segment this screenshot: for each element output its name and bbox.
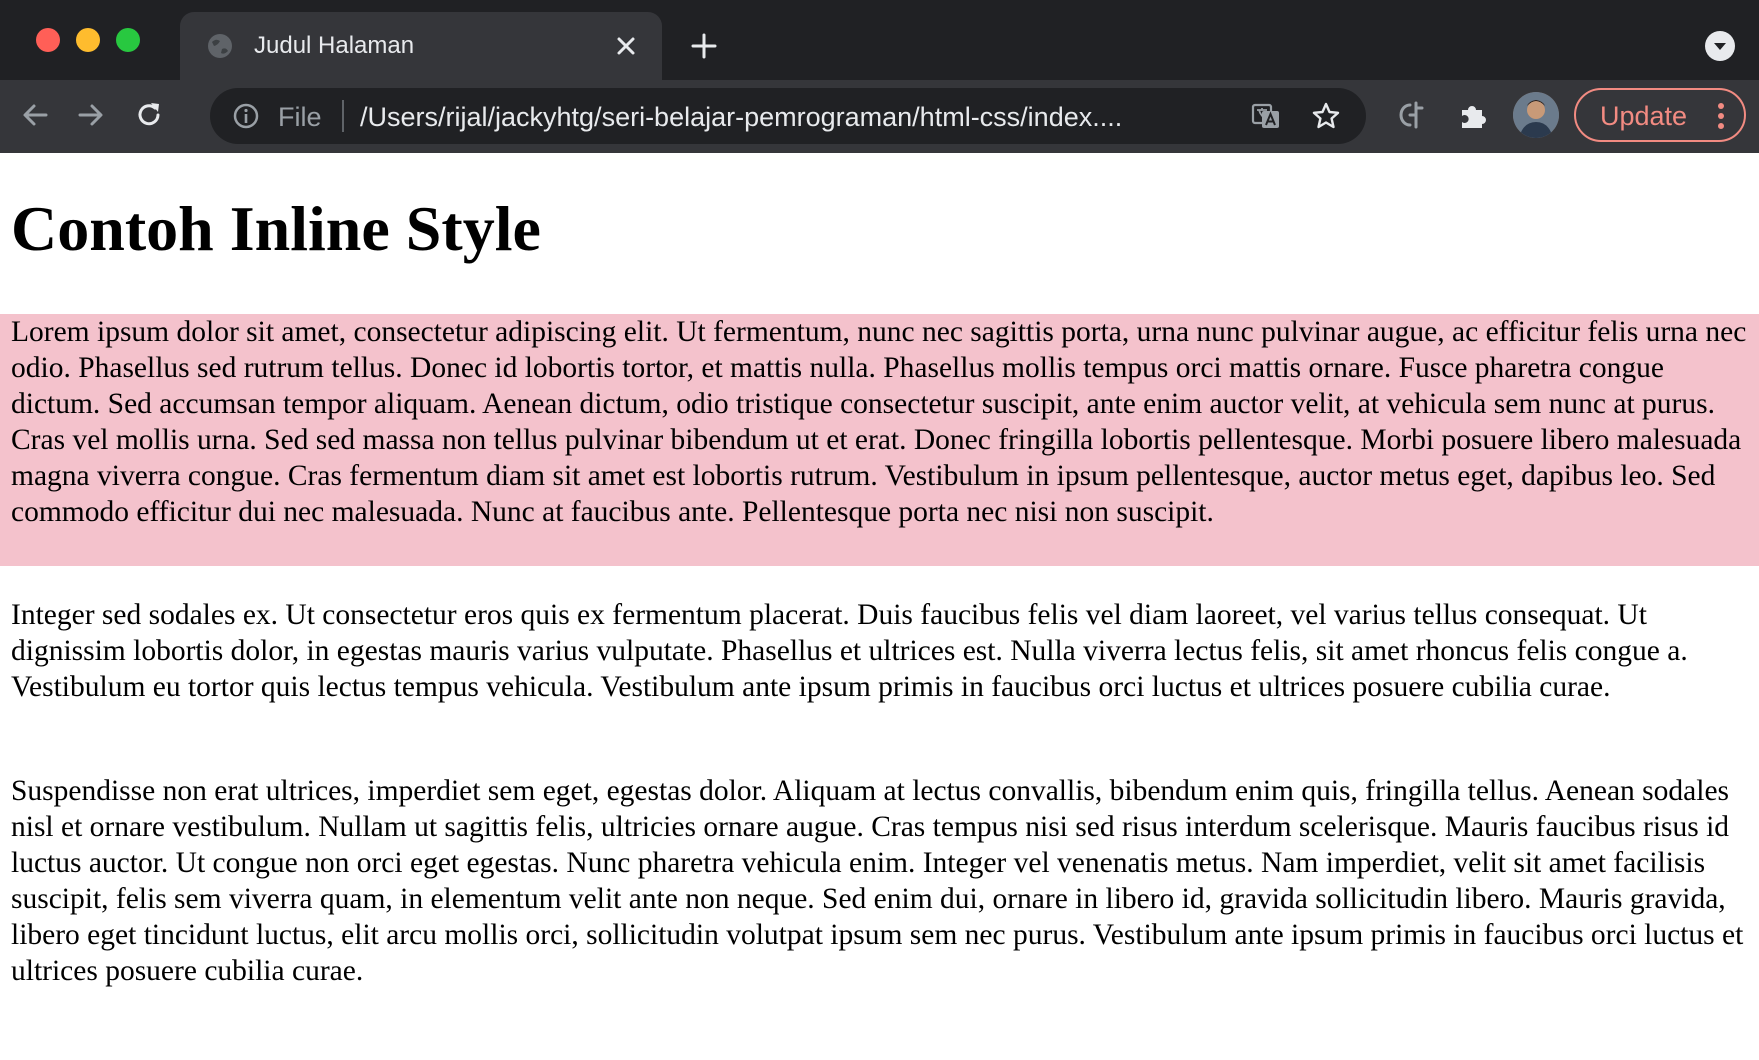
extensions-puzzle-icon[interactable] — [1456, 98, 1490, 132]
paragraph: Integer sed sodales ex. Ut consectetur e… — [11, 599, 1688, 703]
maximize-window-button[interactable] — [116, 28, 140, 52]
highlighted-paragraph: Lorem ipsum dolor sit amet, consectetur … — [0, 314, 1759, 566]
update-label: Update — [1600, 101, 1688, 131]
url-text[interactable]: /Users/rijal/jackyhtg/seri-belajar-pemro… — [360, 102, 1122, 132]
back-arrow-icon[interactable] — [18, 98, 52, 132]
toolbar: File /Users/rijal/jackyhtg/seri-belajar-… — [0, 80, 1759, 153]
scheme-label: File — [278, 102, 322, 132]
address-bar[interactable]: File /Users/rijal/jackyhtg/seri-belajar-… — [210, 88, 1366, 144]
bookmark-star-icon[interactable] — [1310, 100, 1342, 132]
tab-search-button[interactable] — [1705, 31, 1735, 61]
profile-avatar[interactable] — [1513, 92, 1559, 138]
tab-strip: Judul Halaman — [0, 0, 1759, 80]
close-tab-icon[interactable] — [612, 32, 640, 60]
grammarly-extension-icon[interactable] — [1396, 98, 1430, 132]
update-button[interactable]: Update — [1574, 88, 1746, 142]
browser-chrome: Judul Halaman File /Users/rijal/jackyhtg… — [0, 0, 1759, 153]
paragraph: Suspendisse non erat ultrices, imperdiet… — [11, 775, 1744, 987]
close-window-button[interactable] — [36, 28, 60, 52]
more-vertical-icon[interactable] — [1716, 100, 1726, 132]
tab-title: Judul Halaman — [254, 32, 415, 59]
profile-photo-icon — [1513, 92, 1559, 138]
info-icon[interactable] — [232, 102, 260, 130]
translate-icon[interactable] — [1250, 100, 1282, 132]
page-content: Contoh Inline Style Lorem ipsum dolor si… — [0, 153, 1759, 1060]
reload-icon[interactable] — [132, 98, 166, 132]
globe-icon — [208, 34, 232, 58]
new-tab-icon[interactable] — [688, 30, 720, 62]
minimize-window-button[interactable] — [76, 28, 100, 52]
active-tab[interactable]: Judul Halaman — [180, 12, 662, 80]
chevron-down-icon — [1714, 43, 1726, 50]
forward-arrow-icon[interactable] — [74, 98, 108, 132]
omnibox-divider — [342, 100, 344, 132]
page-title: Contoh Inline Style — [11, 193, 541, 264]
